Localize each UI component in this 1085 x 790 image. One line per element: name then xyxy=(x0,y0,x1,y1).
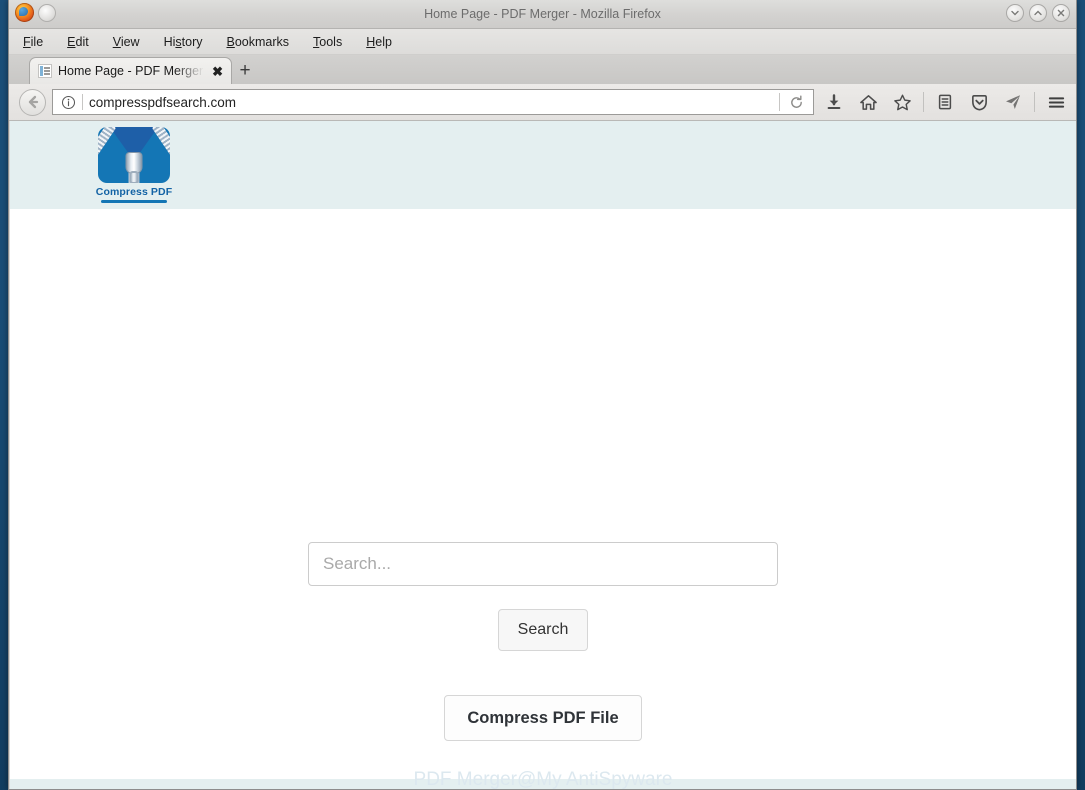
site-header: Compress PDF xyxy=(10,121,1076,209)
menu-item-view[interactable]: View xyxy=(113,35,140,49)
reload-separator xyxy=(779,93,780,111)
menu-item-file[interactable]: File xyxy=(23,35,43,49)
reload-icon[interactable] xyxy=(785,91,807,113)
site-logo[interactable]: Compress PDF xyxy=(95,127,173,203)
downloads-icon[interactable] xyxy=(820,88,848,116)
search-form: Search xyxy=(308,542,778,651)
zipper-logo-icon xyxy=(98,127,170,184)
address-bar-separator xyxy=(82,94,83,110)
close-icon xyxy=(1057,9,1065,17)
menu-item-bookmarks[interactable]: Bookmarks xyxy=(227,35,290,49)
tab-favicon-icon xyxy=(38,64,52,78)
site-logo-underline xyxy=(101,200,167,203)
firefox-window: Home Page - PDF Merger - Mozilla Firefox… xyxy=(8,0,1077,790)
back-arrow-icon xyxy=(28,95,38,109)
reload-area xyxy=(779,91,811,113)
site-logo-label: Compress PDF xyxy=(95,186,173,199)
menu-item-help[interactable]: Help xyxy=(366,35,392,49)
menu-item-history[interactable]: History xyxy=(164,35,203,49)
menu-item-edit-rest: dit xyxy=(75,34,89,49)
compress-pdf-file-button[interactable]: Compress PDF File xyxy=(444,695,642,741)
chevron-down-icon xyxy=(1011,10,1019,16)
window-controls xyxy=(1006,4,1070,22)
page-content: Compress PDF Search Compress PDF File PD… xyxy=(9,121,1076,789)
library-icon[interactable] xyxy=(931,88,959,116)
menu-item-tools[interactable]: Tools xyxy=(313,35,342,49)
close-button[interactable] xyxy=(1052,4,1070,22)
tab-close-icon[interactable]: ✖ xyxy=(210,65,225,78)
window-titlebar: Home Page - PDF Merger - Mozilla Firefox xyxy=(9,0,1076,29)
send-tab-icon[interactable] xyxy=(999,88,1027,116)
search-input[interactable] xyxy=(308,542,778,586)
tab-strip: Home Page - PDF Merger ✖ + xyxy=(9,55,1076,84)
footer-band xyxy=(10,779,1076,789)
page-body: Search Compress PDF File PDF Merger@My A… xyxy=(10,209,1076,789)
menu-bar: File Edit View History Bookmarks Tools H… xyxy=(9,29,1076,55)
new-tab-button[interactable]: + xyxy=(232,57,258,84)
toolbar-divider-1 xyxy=(923,92,924,112)
home-icon[interactable] xyxy=(854,88,882,116)
maximize-button[interactable] xyxy=(1029,4,1047,22)
menu-item-file-rest: ile xyxy=(30,34,44,49)
bookmark-star-icon[interactable] xyxy=(888,88,916,116)
toolbar-divider-2 xyxy=(1034,92,1035,112)
browser-tab[interactable]: Home Page - PDF Merger ✖ xyxy=(29,57,232,84)
back-button[interactable] xyxy=(19,88,46,116)
address-bar[interactable]: compresspdfsearch.com xyxy=(52,89,814,115)
info-icon[interactable] xyxy=(61,95,76,110)
window-title: Home Page - PDF Merger - Mozilla Firefox xyxy=(424,7,661,21)
menu-item-view-rest: iew xyxy=(120,34,140,49)
search-button[interactable]: Search xyxy=(498,609,588,651)
chevron-up-icon xyxy=(1034,10,1042,16)
address-bar-url[interactable]: compresspdfsearch.com xyxy=(89,95,773,110)
tab-title: Home Page - PDF Merger xyxy=(58,64,204,78)
navigation-toolbar: compresspdfsearch.com xyxy=(9,84,1076,121)
minimize-button[interactable] xyxy=(1006,4,1024,22)
hamburger-menu-icon[interactable] xyxy=(1042,88,1070,116)
menu-item-edit[interactable]: Edit xyxy=(67,35,89,49)
pocket-icon[interactable] xyxy=(965,88,993,116)
